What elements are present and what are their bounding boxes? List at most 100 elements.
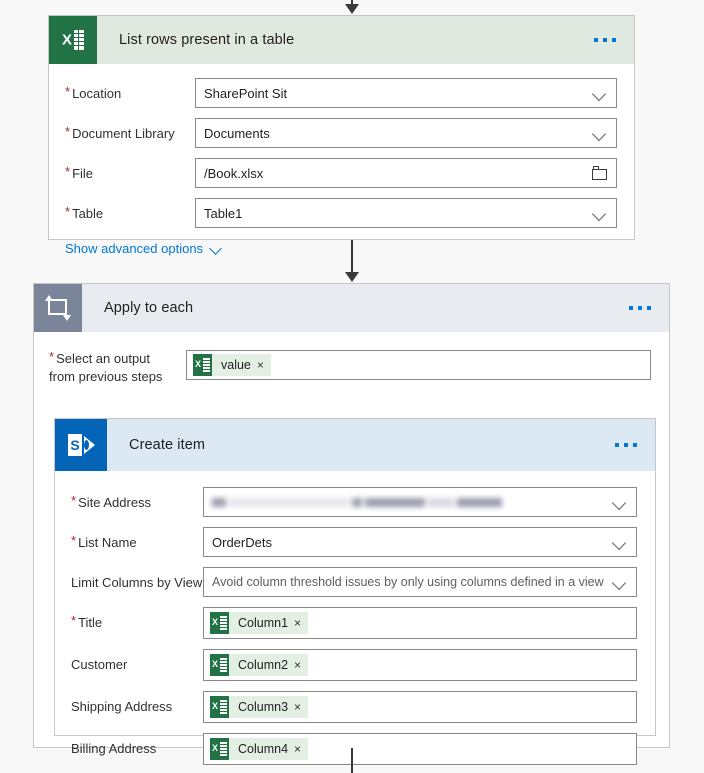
field-value-file: /Book.xlsx	[204, 165, 264, 181]
token-label: Column1	[238, 616, 289, 630]
required-marker: *	[71, 533, 77, 548]
chevron-down-icon[interactable]	[612, 534, 628, 550]
required-marker: *	[65, 84, 71, 99]
step-header-list-rows[interactable]: X List rows present in a table	[49, 16, 634, 64]
field-label-text: Shipping Address	[71, 699, 173, 714]
excel-icon-letter: X	[212, 701, 219, 711]
excel-icon-sheet	[74, 30, 84, 50]
ellipsis-dot	[603, 38, 607, 42]
step-card-list-rows[interactable]: X List rows present in a table * Locatio…	[48, 15, 635, 256]
loop-icon-arrow-down	[63, 315, 71, 321]
field-row-customer: Customer X Column2 ×	[55, 649, 655, 681]
chevron-down-icon	[210, 242, 223, 255]
chevron-down-icon[interactable]	[592, 205, 608, 221]
field-input-file[interactable]: /Book.xlsx	[195, 158, 617, 188]
dynamic-content-token-value[interactable]: X value ×	[193, 354, 271, 376]
close-icon[interactable]: ×	[294, 616, 301, 630]
close-icon[interactable]: ×	[294, 700, 301, 714]
step-header-apply-to-each[interactable]: Apply to each	[34, 284, 669, 332]
field-input-table[interactable]: Table1	[195, 198, 617, 228]
ellipsis-dot	[594, 38, 598, 42]
chevron-down-icon[interactable]	[592, 85, 608, 101]
excel-icon: X	[210, 738, 229, 760]
field-input-select-output[interactable]: X value ×	[186, 350, 651, 380]
close-icon[interactable]: ×	[294, 742, 301, 756]
field-input-billing-address[interactable]: X Column4 ×	[203, 733, 637, 765]
field-input-site-address[interactable]	[203, 487, 637, 517]
required-marker: *	[65, 164, 71, 179]
ellipsis-dot	[647, 306, 651, 310]
field-input-shipping-address[interactable]: X Column3 ×	[203, 691, 637, 723]
ellipsis-menu-apply-to-each[interactable]	[629, 306, 669, 310]
ellipsis-dot	[615, 443, 619, 447]
field-input-limit-columns-by-view[interactable]: Avoid column threshold issues by only us…	[203, 567, 637, 597]
field-label-table: * Table	[49, 198, 195, 223]
step-header-create-item[interactable]: S Create item	[55, 419, 655, 471]
field-label-text: Customer	[71, 657, 128, 672]
chevron-down-icon[interactable]	[592, 125, 608, 141]
field-label-text: Site Address	[78, 495, 152, 510]
excel-icon-sheet	[220, 616, 227, 630]
excel-icon-sheet	[220, 742, 227, 756]
dynamic-content-token-column2[interactable]: X Column2 ×	[210, 654, 309, 676]
field-input-list-name[interactable]: OrderDets	[203, 527, 637, 557]
excel-icon: X	[193, 354, 212, 376]
field-value-location: SharePoint Sit	[204, 85, 288, 101]
show-advanced-options-link[interactable]: Show advanced options	[65, 241, 223, 256]
step-card-create-item[interactable]: S Create item * Site Address * List Name…	[54, 418, 656, 765]
show-advanced-options-label: Show advanced options	[65, 241, 204, 256]
connector-arrow-middle	[345, 272, 359, 282]
dynamic-content-token-column1[interactable]: X Column1 ×	[210, 612, 309, 634]
step-card-apply-to-each[interactable]: Apply to each * Select an output from pr…	[33, 283, 670, 765]
excel-icon-wrapper: X	[49, 16, 97, 64]
required-marker: *	[49, 349, 55, 364]
field-label-customer: Customer	[55, 649, 203, 674]
field-label-limit-columns-by-view: Limit Columns by View	[55, 567, 203, 592]
field-label-location: * Location	[49, 78, 195, 103]
field-value-site-address-redacted	[212, 493, 612, 511]
ellipsis-dot	[633, 443, 637, 447]
chevron-down-icon[interactable]	[612, 494, 628, 510]
excel-icon-letter: X	[212, 743, 219, 753]
field-label-title: * Title	[55, 607, 203, 632]
dynamic-content-token-column3[interactable]: X Column3 ×	[210, 696, 309, 718]
field-label-text: Location	[72, 86, 122, 101]
token-label: Column2	[238, 658, 289, 672]
field-row-file: * File /Book.xlsx	[49, 158, 634, 188]
folder-body	[592, 169, 607, 180]
excel-icon-letter: X	[195, 359, 202, 369]
ellipsis-menu-create-item[interactable]	[615, 443, 655, 447]
sharepoint-icon: S	[64, 428, 98, 462]
chevron-down-icon[interactable]	[612, 574, 628, 590]
field-row-location: * Location SharePoint Sit	[49, 78, 634, 108]
field-label-text: File	[72, 166, 94, 181]
dynamic-content-token-column4[interactable]: X Column4 ×	[210, 738, 309, 760]
field-label-text: Document Library	[72, 126, 175, 141]
step-body-create-item: * Site Address * List Name OrderDets Lim…	[55, 471, 655, 773]
field-label-select-output: * Select an output from previous steps	[34, 350, 186, 385]
connector-arrow-top	[345, 4, 359, 14]
excel-icon-sheet	[203, 358, 210, 372]
step-title-apply-to-each: Apply to each	[104, 300, 194, 316]
field-row-list-name: * List Name OrderDets	[55, 527, 655, 557]
field-value-table: Table1	[204, 205, 243, 221]
sharepoint-icon-arc	[84, 436, 95, 454]
folder-picker-icon[interactable]	[592, 166, 608, 180]
required-marker: *	[71, 613, 77, 628]
close-icon[interactable]: ×	[257, 358, 264, 372]
ellipsis-dot	[612, 38, 616, 42]
close-icon[interactable]: ×	[294, 658, 301, 672]
field-input-title[interactable]: X Column1 ×	[203, 607, 637, 639]
field-row-limit-columns-by-view: Limit Columns by View Avoid column thres…	[55, 567, 655, 597]
field-value-document-library: Documents	[204, 125, 270, 141]
token-label: Column4	[238, 742, 289, 756]
field-input-customer[interactable]: X Column2 ×	[203, 649, 637, 681]
excel-icon: X	[210, 654, 229, 676]
connector-line-bottom	[351, 748, 353, 773]
field-input-document-library[interactable]: Documents	[195, 118, 617, 148]
step-title-create-item: Create item	[129, 437, 206, 453]
token-label: Column3	[238, 700, 289, 714]
field-input-location[interactable]: SharePoint Sit	[195, 78, 617, 108]
ellipsis-menu-list-rows[interactable]	[594, 38, 634, 42]
loop-icon	[45, 295, 71, 321]
